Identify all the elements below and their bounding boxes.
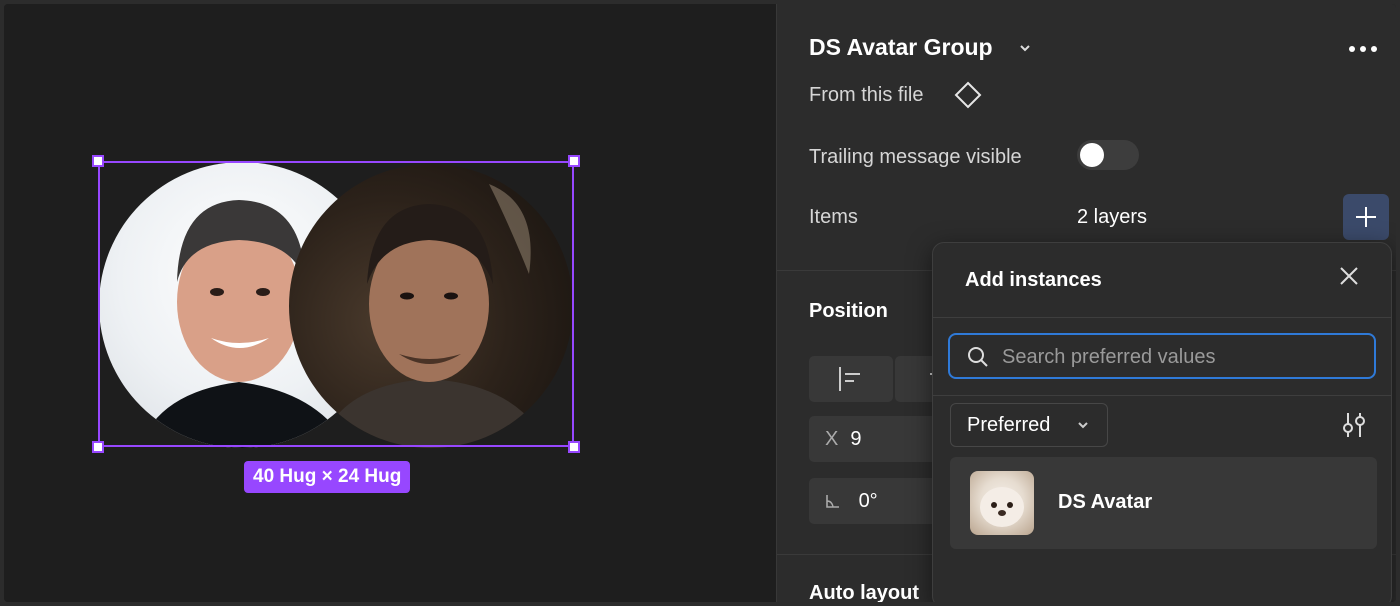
- design-canvas[interactable]: 40 Hug × 24 Hug: [4, 4, 776, 602]
- plus-icon: [1356, 207, 1376, 227]
- source-label: From this file: [809, 84, 924, 106]
- search-icon: [966, 345, 990, 374]
- trailing-message-toggle[interactable]: [1077, 140, 1139, 170]
- preferred-label: Preferred: [967, 414, 1051, 436]
- x-value[interactable]: 9: [850, 428, 861, 450]
- rotation-field[interactable]: 0°: [809, 478, 939, 524]
- toggle-knob: [1080, 143, 1104, 167]
- ds-avatar-thumbnail: [970, 471, 1034, 535]
- align-left-button[interactable]: [809, 356, 893, 402]
- popover-divider: [933, 395, 1391, 396]
- filter-icon[interactable]: [1341, 411, 1367, 444]
- add-item-button[interactable]: [1343, 194, 1389, 240]
- x-prefix: X: [825, 428, 839, 450]
- align-left-icon: [839, 367, 860, 391]
- popover-title: Add instances: [965, 269, 1102, 291]
- resize-handle-top-left[interactable]: [92, 155, 104, 167]
- component-diamond-icon[interactable]: [953, 80, 983, 115]
- component-title[interactable]: DS Avatar Group: [809, 34, 993, 61]
- dimension-label: 40 Hug × 24 Hug: [244, 461, 411, 493]
- items-value[interactable]: 2 layers: [1077, 206, 1147, 229]
- close-icon[interactable]: [1337, 263, 1361, 295]
- search-field[interactable]: [948, 333, 1376, 379]
- chevron-down-icon[interactable]: [1019, 40, 1031, 56]
- auto-layout-heading: Auto layout: [809, 582, 919, 602]
- popover-divider: [933, 317, 1391, 318]
- resize-handle-bottom-left[interactable]: [92, 441, 104, 453]
- x-position-field[interactable]: X9: [809, 416, 939, 462]
- rotation-value[interactable]: 0°: [859, 490, 878, 512]
- position-heading: Position: [809, 300, 888, 322]
- resize-handle-bottom-right[interactable]: [568, 441, 580, 453]
- add-instances-popover: Add instances Preferred: [932, 242, 1392, 602]
- selection-bounds[interactable]: [98, 161, 574, 447]
- preferred-dropdown[interactable]: Preferred: [950, 403, 1108, 447]
- item-name: DS Avatar: [1058, 491, 1153, 513]
- list-item[interactable]: DS Avatar: [950, 457, 1377, 549]
- items-label: Items: [809, 206, 858, 228]
- resize-handle-top-right[interactable]: [568, 155, 580, 167]
- search-input[interactable]: [1000, 341, 1364, 373]
- chevron-down-icon: [1077, 404, 1089, 447]
- more-icon[interactable]: [1347, 34, 1379, 60]
- trailing-message-label: Trailing message visible: [809, 146, 1022, 168]
- app-window: 40 Hug × 24 Hug DS Avatar Group From thi…: [4, 4, 1396, 602]
- rotation-icon: [825, 490, 847, 512]
